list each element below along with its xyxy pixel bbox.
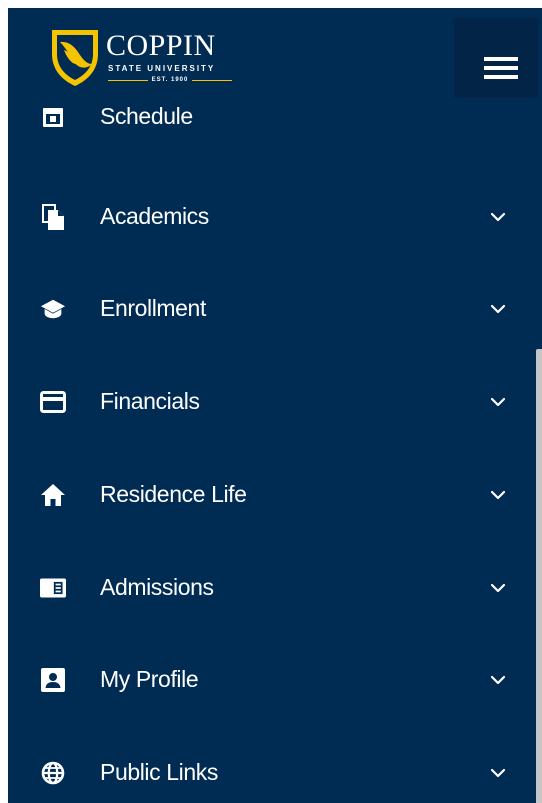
newspaper-icon xyxy=(40,575,66,601)
nav-item-label: Admissions xyxy=(100,574,214,600)
hamburger-menu-icon xyxy=(484,57,518,84)
nav-menu: Schedule Academics Enrollment Financials… xyxy=(8,8,542,803)
nav-item-label: Public Links xyxy=(100,759,218,785)
nav-item-residence-life[interactable]: Residence Life xyxy=(8,448,534,541)
scrollbar-thumb[interactable] xyxy=(536,349,542,803)
nav-item-enrollment[interactable]: Enrollment xyxy=(8,262,534,355)
nav-item-financials[interactable]: Financials xyxy=(8,355,534,448)
globe-icon xyxy=(40,760,66,786)
logo-rule-left xyxy=(108,79,148,81)
chevron-down-icon[interactable] xyxy=(490,304,506,314)
app-header: COPPIN STATE UNIVERSITY EST. 1900 xyxy=(8,8,542,104)
documents-icon xyxy=(40,203,66,230)
nav-item-label: My Profile xyxy=(100,666,199,692)
logo-rule-right xyxy=(192,79,232,81)
nav-item-academics[interactable]: Academics xyxy=(8,170,534,263)
logo-established: EST. 1900 xyxy=(108,75,232,85)
nav-item-admissions[interactable]: Admissions xyxy=(8,541,534,634)
nav-item-label: Financials xyxy=(100,388,200,414)
logo-subtitle: STATE UNIVERSITY xyxy=(108,64,216,73)
nav-item-label: Residence Life xyxy=(100,481,247,507)
logo-est-text: EST. 1900 xyxy=(151,77,189,83)
menu-toggle-button[interactable] xyxy=(454,18,538,98)
chevron-down-icon[interactable] xyxy=(490,212,506,222)
graduation-cap-icon xyxy=(40,296,66,322)
nav-item-label: Schedule xyxy=(100,103,193,129)
calendar-icon xyxy=(40,104,66,130)
scrollbar-track[interactable] xyxy=(536,8,542,803)
logo-wordmark: COPPIN xyxy=(106,29,216,62)
nav-item-label: Academics xyxy=(100,203,209,229)
nav-item-label: Enrollment xyxy=(100,295,206,321)
shield-logo-icon xyxy=(52,30,98,86)
home-icon xyxy=(40,482,66,508)
nav-item-public-links[interactable]: Public Links xyxy=(8,726,534,803)
chevron-down-icon[interactable] xyxy=(490,490,506,500)
chevron-down-icon[interactable] xyxy=(490,768,506,778)
university-logo[interactable]: COPPIN STATE UNIVERSITY EST. 1900 xyxy=(48,28,238,90)
chevron-down-icon[interactable] xyxy=(490,675,506,685)
chevron-down-icon[interactable] xyxy=(490,397,506,407)
navigation-drawer: Schedule Academics Enrollment Financials… xyxy=(8,8,542,803)
contact-card-icon xyxy=(40,667,66,693)
credit-card-icon xyxy=(40,389,66,415)
chevron-down-icon[interactable] xyxy=(490,583,506,593)
nav-item-my-profile[interactable]: My Profile xyxy=(8,633,534,726)
